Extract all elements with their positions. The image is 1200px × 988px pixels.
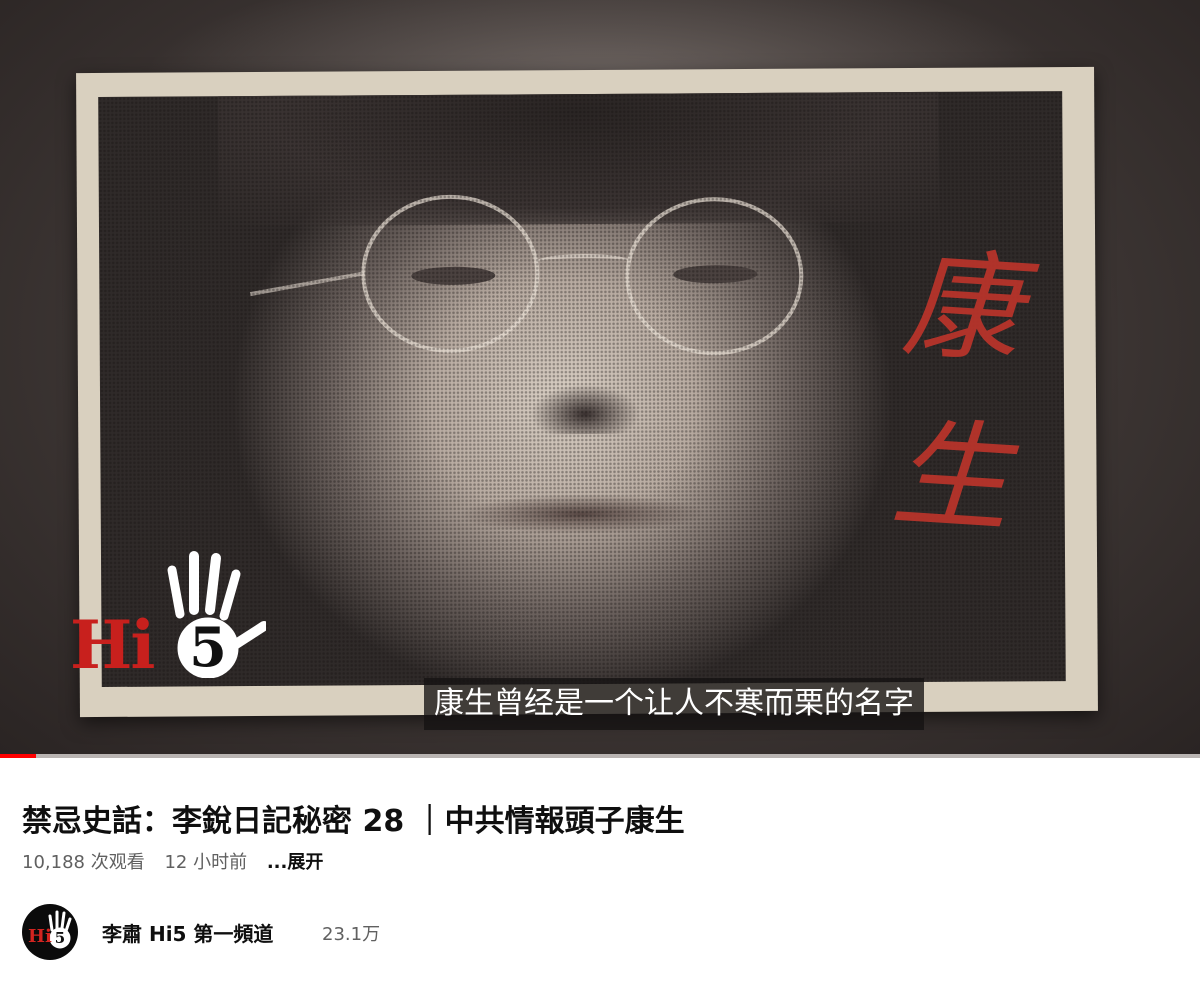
hi5-watermark-logo: 5 Hi (70, 548, 280, 688)
video-title[interactable]: 禁忌史話：李銳日記秘密 28 ｜中共情報頭子康生 (22, 796, 1182, 840)
video-progress-bar[interactable] (0, 754, 1200, 758)
calligraphy-char: 康 (898, 234, 1026, 380)
channel-row: 5 Hi 李肅 Hi5 第一頻道 23.1万 (22, 904, 522, 960)
upload-age: 12 小时前 (164, 852, 248, 873)
logo-number: 5 (189, 615, 227, 678)
subscriber-count: 23.1万 (322, 924, 381, 945)
channel-name[interactable]: 李肅 Hi5 第一頻道 (102, 918, 273, 947)
logo-text: Hi (70, 606, 155, 684)
video-player[interactable]: 康 生 5 Hi 康生曾经是一个让人不寒而栗的名字 (0, 0, 1200, 756)
video-subtitle: 康生曾经是一个让人不寒而栗的名字 (424, 678, 924, 730)
avatar-number: 5 (55, 929, 65, 947)
video-meta: 10,188 次观看 12 小时前 ...展开 (22, 848, 337, 874)
red-calligraphy: 康 生 (868, 217, 1042, 606)
avatar-text: Hi (28, 926, 52, 947)
progress-played (0, 754, 36, 758)
channel-avatar[interactable]: 5 Hi (22, 904, 78, 960)
calligraphy-char: 生 (887, 404, 1015, 550)
hand-icon: 5 (167, 551, 266, 678)
view-count: 10,188 次观看 (22, 852, 145, 873)
expand-description-button[interactable]: ...展开 (267, 852, 324, 873)
